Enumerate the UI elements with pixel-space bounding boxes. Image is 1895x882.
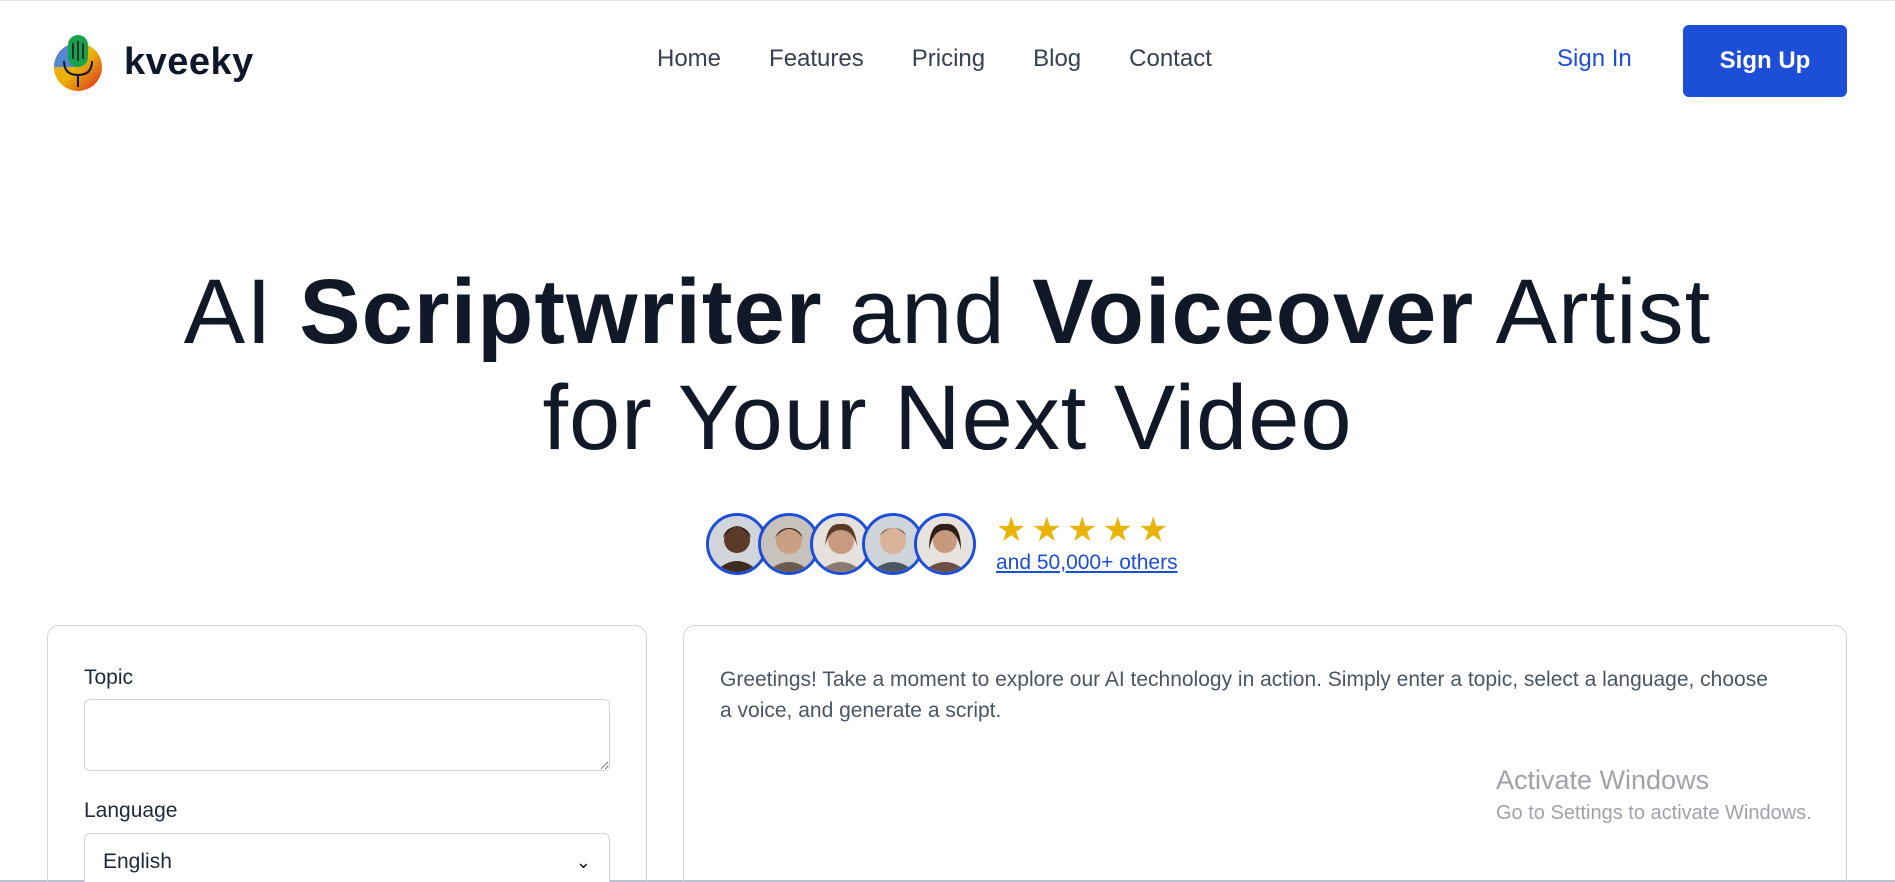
language-select[interactable]: English ⌄	[84, 833, 610, 882]
nav-contact-link[interactable]: Contact	[1129, 45, 1212, 73]
hero-text-voiceover: Voiceover	[1032, 261, 1475, 363]
hero: AI Scriptwriter and Voiceover Artist for…	[0, 259, 1895, 471]
hero-text-ai: AI	[183, 261, 300, 363]
sign-in-link[interactable]: Sign In	[1557, 45, 1632, 73]
avatar-group	[706, 513, 976, 575]
star-icon: ★	[1031, 510, 1062, 550]
nav-home-link[interactable]: Home	[657, 45, 721, 73]
star-icon: ★	[1137, 510, 1169, 550]
script-output-card: Greetings! Take a moment to explore our …	[683, 625, 1847, 882]
hero-text-and: and	[822, 261, 1033, 363]
hero-headline: AI Scriptwriter and Voiceover Artist for…	[0, 259, 1895, 471]
sign-up-button[interactable]: Sign Up	[1683, 25, 1847, 97]
intro-text: Greetings! Take a moment to explore our …	[720, 668, 1768, 722]
language-selected-value: English	[103, 850, 172, 873]
others-link[interactable]: and 50,000+ others	[996, 551, 1178, 575]
main-menu: Home Features Pricing Blog Contact	[657, 45, 1260, 73]
star-icon: ★	[996, 510, 1027, 550]
nav-blog-link[interactable]: Blog	[1033, 45, 1081, 73]
star-rating: ★ ★ ★ ★ ★	[996, 513, 1178, 547]
hero-text-line2: for Your Next Video	[542, 367, 1353, 469]
microphone-logo-icon	[54, 35, 102, 91]
social-proof: ★ ★ ★ ★ ★ and 50,000+ others	[706, 513, 1178, 575]
avatar	[914, 513, 976, 575]
star-icon: ★	[1066, 510, 1098, 550]
brand-name: kveeky	[124, 40, 254, 83]
top-nav: kveeky Home Features Pricing Blog Contac…	[0, 1, 1895, 121]
hero-text-artist: Artist	[1474, 261, 1712, 363]
chevron-down-icon: ⌄	[575, 851, 591, 873]
brand[interactable]: kveeky	[52, 31, 254, 93]
watermark-title: Activate Windows	[1496, 765, 1710, 795]
nav-pricing-link[interactable]: Pricing	[912, 45, 985, 73]
watermark-subtitle: Go to Settings to activate Windows.	[1496, 802, 1812, 824]
nav-features-link[interactable]: Features	[769, 45, 864, 73]
star-icon: ★	[1102, 510, 1133, 550]
language-label: Language	[84, 799, 178, 822]
topic-input[interactable]	[84, 699, 610, 771]
topic-label: Topic	[84, 666, 134, 689]
rating: ★ ★ ★ ★ ★ and 50,000+ others	[996, 513, 1178, 575]
script-form-card: Topic Language English ⌄	[47, 625, 647, 882]
hero-text-scriptwriter: Scriptwriter	[299, 261, 823, 363]
windows-activation-watermark: Activate Windows Go to Settings to activ…	[1496, 765, 1812, 825]
